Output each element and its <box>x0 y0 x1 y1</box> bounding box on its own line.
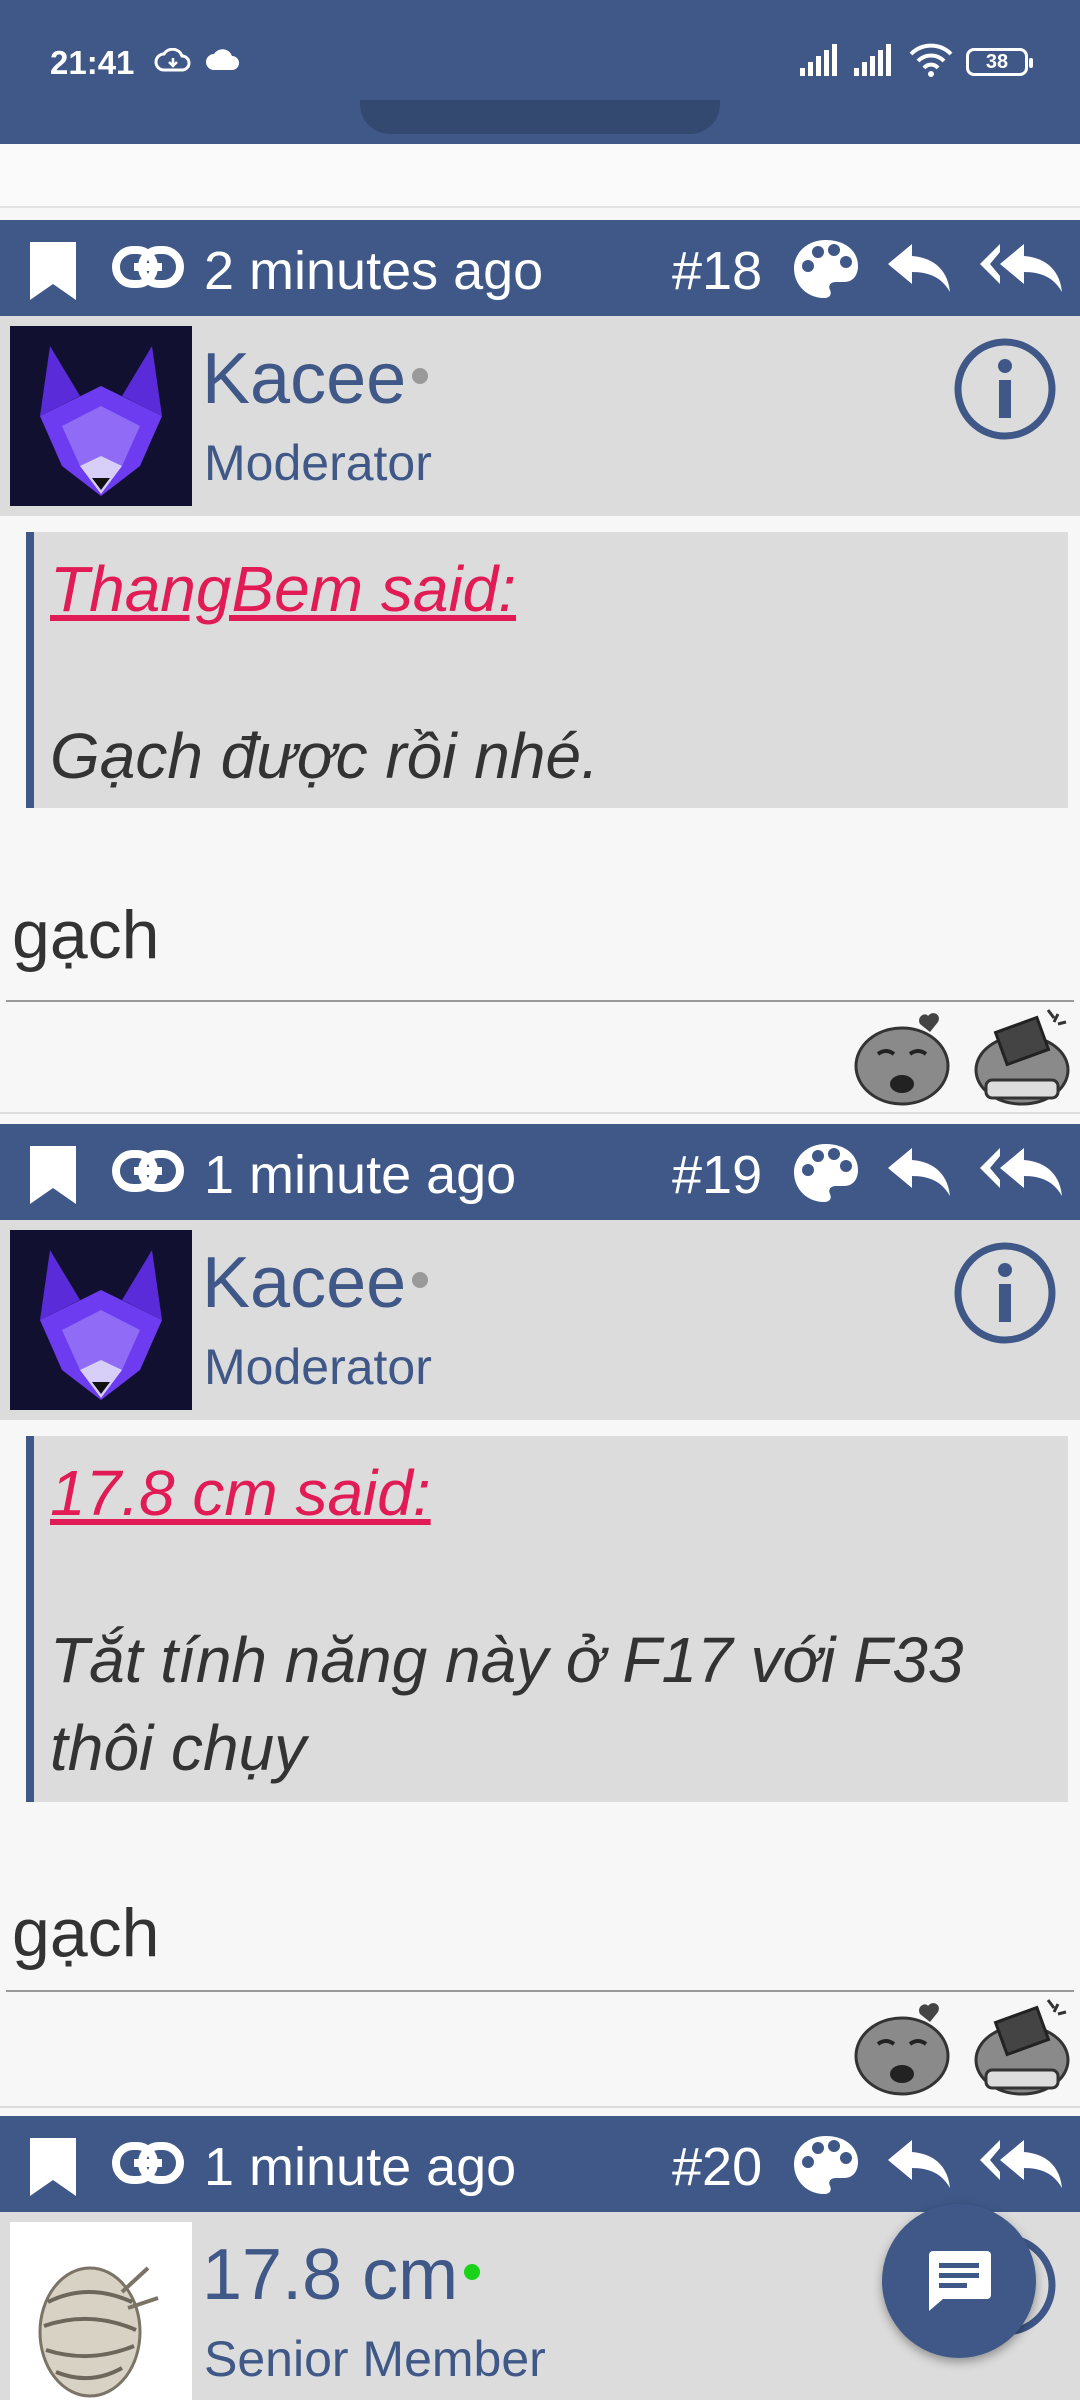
post-content: gạch <box>12 1895 160 1971</box>
bookmark-icon[interactable] <box>28 240 78 302</box>
reply-icon[interactable] <box>886 242 952 294</box>
divider <box>6 1000 1074 1002</box>
post-separator <box>0 2106 1080 2108</box>
brick-smash-emoji-icon[interactable] <box>970 1994 1074 2098</box>
post-header: 1 minute ago #20 <box>0 2116 1080 2212</box>
user-info-bar: Kacee Moderator <box>0 316 1080 516</box>
kiss-emoji-icon[interactable] <box>852 2000 952 2096</box>
user-role: Senior Member <box>204 2331 546 2387</box>
bookmark-icon[interactable] <box>28 2136 78 2198</box>
chat-fab-button[interactable] <box>882 2204 1036 2358</box>
info-icon[interactable] <box>952 336 1058 442</box>
spacer <box>0 144 1080 208</box>
divider <box>6 1990 1074 1992</box>
post-content: gạch <box>12 897 160 973</box>
brick-smash-emoji-icon[interactable] <box>970 1004 1074 1108</box>
post: 1 minute ago #19 Kacee Moderator 17.8 cm… <box>0 1124 1080 2110</box>
info-icon[interactable] <box>952 1240 1058 1346</box>
wifi-icon <box>909 43 953 77</box>
offline-dot <box>412 368 429 384</box>
reply-all-icon[interactable] <box>978 242 1064 294</box>
battery-indicator: 38 <box>966 48 1033 76</box>
post-number[interactable]: #20 <box>672 2136 762 2198</box>
post-time[interactable]: 1 minute ago <box>204 1144 516 1206</box>
link-icon[interactable] <box>112 1148 184 1194</box>
post-header: 2 minutes ago #18 <box>0 220 1080 316</box>
signal-icon <box>800 44 837 76</box>
post-time[interactable]: 2 minutes ago <box>204 240 543 302</box>
username-text[interactable]: Kacee <box>202 339 406 419</box>
username-text[interactable]: 17.8 cm <box>202 2235 458 2315</box>
thread-nav-strip <box>0 100 1080 144</box>
reply-icon[interactable] <box>886 1146 952 1198</box>
username[interactable]: 17.8 cm <box>202 2234 481 2316</box>
online-dot <box>464 2264 481 2280</box>
avatar[interactable] <box>10 1230 192 1410</box>
username[interactable]: Kacee <box>202 1242 429 1324</box>
quote-author[interactable]: 17.8 cm said: <box>50 1456 431 1530</box>
post: 2 minutes ago #18 Kacee Moderator ThangB… <box>0 220 1080 1120</box>
palette-icon[interactable] <box>792 1142 860 1204</box>
quote-block: 17.8 cm said: Tắt tính năng này ở F17 vớ… <box>26 1436 1068 1802</box>
link-icon[interactable] <box>112 244 184 290</box>
quote-text: Tắt tính năng này ở F17 với F33 thôi chụ… <box>50 1624 964 1784</box>
reply-icon[interactable] <box>886 2138 952 2190</box>
link-icon[interactable] <box>112 2140 184 2186</box>
battery-level: 38 <box>985 51 1009 73</box>
user-info-bar: Kacee Moderator <box>0 1220 1080 1420</box>
post-separator <box>0 1112 1080 1114</box>
status-time: 21:41 <box>50 44 135 81</box>
palette-icon[interactable] <box>792 2134 860 2196</box>
offline-dot <box>412 1272 429 1288</box>
cloud-sync-icon <box>154 48 191 72</box>
signal-icon <box>854 44 891 76</box>
avatar[interactable] <box>10 2222 192 2400</box>
reply-all-icon[interactable] <box>978 1146 1064 1198</box>
status-bar: 21:41 38 <box>0 0 1080 100</box>
reply-all-icon[interactable] <box>978 2138 1064 2190</box>
username[interactable]: Kacee <box>202 338 429 420</box>
post-number[interactable]: #19 <box>672 1144 762 1206</box>
post-time[interactable]: 1 minute ago <box>204 2136 516 2198</box>
username-text[interactable]: Kacee <box>202 1243 406 1323</box>
quote-block: ThangBem said: Gạch được rồi nhé. <box>26 532 1068 808</box>
page-nav-pill[interactable] <box>360 100 720 134</box>
kiss-emoji-icon[interactable] <box>852 1010 952 1106</box>
post-number[interactable]: #18 <box>672 240 762 302</box>
bookmark-icon[interactable] <box>28 1144 78 1206</box>
user-role: Moderator <box>204 1339 432 1395</box>
quote-text: Gạch được rồi nhé. <box>50 720 599 792</box>
cloud-icon <box>206 49 239 70</box>
palette-icon[interactable] <box>792 238 860 300</box>
quote-author[interactable]: ThangBem said: <box>50 552 516 626</box>
avatar[interactable] <box>10 326 192 506</box>
chat-icon <box>929 2251 991 2311</box>
user-role: Moderator <box>204 435 432 491</box>
post-header: 1 minute ago #19 <box>0 1124 1080 1220</box>
